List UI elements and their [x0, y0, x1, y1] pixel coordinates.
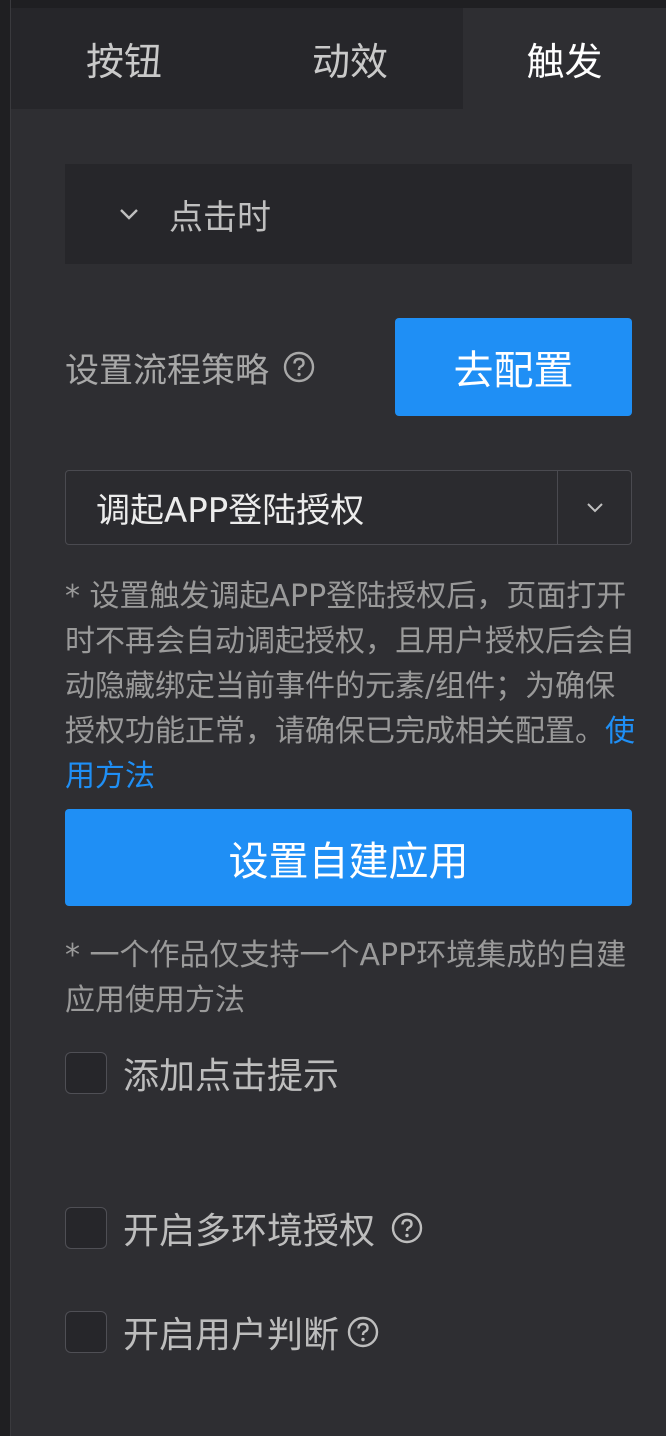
tab-bar: 按钮 动效 触发	[11, 8, 666, 109]
tab-animation[interactable]: 动效	[237, 8, 463, 109]
auth-note: * 设置触发调起APP登陆授权后，页面打开时不再会自动调起授权，且用户授权后会自…	[65, 574, 637, 799]
flow-strategy-label: 设置流程策略	[65, 350, 269, 391]
checkbox-label: 添加点击提示	[123, 1056, 340, 1097]
question-circle-icon[interactable]	[283, 351, 315, 383]
section-title: 点击时	[169, 197, 271, 238]
tab-button[interactable]: 按钮	[11, 8, 237, 109]
top-edge	[0, 0, 666, 8]
app-note: * 一个作品仅支持一个APP环境集成的自建应用使用方法	[65, 933, 637, 1023]
left-edge	[0, 0, 11, 1436]
checkbox[interactable]	[65, 1311, 107, 1353]
chevron-down-icon	[117, 202, 141, 226]
go-config-button[interactable]: 去配置	[395, 318, 632, 416]
flow-strategy-row: 设置流程策略 去配置	[65, 318, 632, 416]
question-circle-icon[interactable]	[347, 1316, 379, 1348]
setup-app-button[interactable]: 设置自建应用	[65, 809, 632, 906]
section-header-click[interactable]: 点击时	[65, 164, 632, 264]
checkbox-label: 开启多环境授权	[123, 1211, 376, 1252]
checkbox-label: 开启用户判断	[123, 1315, 340, 1356]
user-check-checkbox-row[interactable]: 开启用户判断	[65, 1306, 379, 1358]
chevron-down-icon[interactable]	[557, 471, 631, 544]
multi-env-auth-checkbox-row[interactable]: 开启多环境授权	[65, 1202, 423, 1254]
checkbox[interactable]	[65, 1207, 107, 1249]
click-hint-checkbox-row[interactable]: 添加点击提示	[65, 1047, 339, 1099]
question-circle-icon[interactable]	[391, 1212, 423, 1244]
trigger-action-select[interactable]: 调起APP登陆授权	[65, 470, 632, 545]
tab-trigger[interactable]: 触发	[463, 8, 666, 109]
auth-note-text: * 设置触发调起APP登陆授权后，页面打开时不再会自动调起授权，且用户授权后会自…	[65, 579, 635, 749]
app-note-text: * 一个作品仅支持一个APP环境集成的自建应用使用方法	[65, 938, 627, 1018]
select-value: 调起APP登陆授权	[96, 491, 365, 531]
checkbox[interactable]	[65, 1052, 107, 1094]
